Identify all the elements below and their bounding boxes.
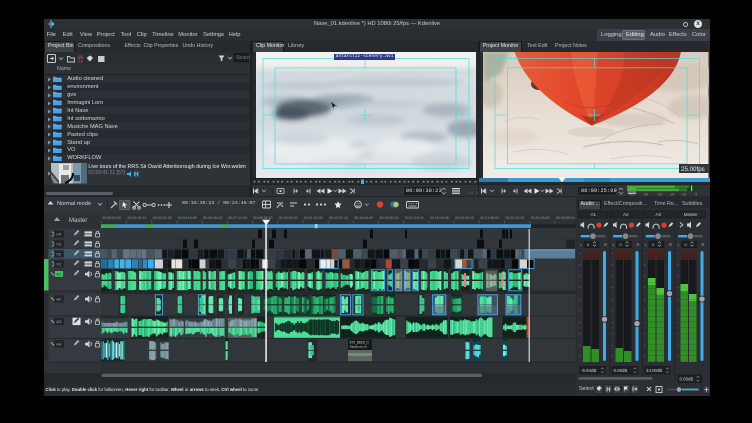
svg-text:00:12:57:14: 00:12:57:14 <box>329 216 348 220</box>
svg-text:R: R <box>701 242 704 247</box>
svg-text:A4: A4 <box>56 341 62 346</box>
svg-text:24.00dB: 24.00dB <box>646 368 662 373</box>
svg-text:L: L <box>612 242 615 247</box>
svg-text:0.00dB: 0.00dB <box>613 368 627 373</box>
svg-text:25.00fps: 25.00fps <box>681 166 705 173</box>
svg-text:L: L <box>677 242 680 247</box>
svg-text:00:02:52:20: 00:02:52:20 <box>153 216 172 220</box>
svg-text:00:15:50:10: 00:15:50:10 <box>379 216 398 220</box>
svg-text:00:08:38:10: 00:08:38:10 <box>253 216 272 220</box>
svg-text:00:24:28:20: 00:24:28:20 <box>531 216 550 220</box>
svg-text:372_8616_C: 372_8616_C <box>350 340 370 344</box>
svg-text:Stereo to m: Stereo to m <box>350 345 368 349</box>
svg-text:A1: A1 <box>590 212 596 217</box>
svg-text:00:21:36:00: 00:21:36:00 <box>480 216 499 220</box>
svg-text:A2: A2 <box>56 296 62 301</box>
svg-text:A2: A2 <box>622 212 628 217</box>
svg-text:0.00dB: 0.00dB <box>679 376 693 381</box>
svg-text:00:20:09:15: 00:20:09:15 <box>455 216 474 220</box>
svg-text:00:10:04:20: 00:10:04:20 <box>279 216 298 220</box>
svg-text:L: L <box>645 242 648 247</box>
svg-text:00:00:00:00: 00:00:00:00 <box>102 216 121 220</box>
svg-text:00:18:43:06: 00:18:43:06 <box>430 216 449 220</box>
svg-text:R: R <box>604 242 607 247</box>
svg-text:R: R <box>636 242 639 247</box>
svg-text:00:23:02:10: 00:23:02:10 <box>505 216 524 220</box>
svg-text:00:05:45:15: 00:05:45:15 <box>203 216 222 220</box>
svg-text:00:25:55:04: 00:25:55:04 <box>556 216 575 220</box>
svg-text:00:17:16:20: 00:17:16:20 <box>405 216 424 220</box>
svg-text:H: H <box>606 388 610 394</box>
svg-text:Master: Master <box>69 217 87 223</box>
svg-text:L: L <box>580 242 583 247</box>
svg-text:V1: V1 <box>56 261 62 266</box>
svg-text:00:04:19:05: 00:04:19:05 <box>178 216 197 220</box>
svg-text:A1: A1 <box>56 271 62 276</box>
svg-text:-5.94dB: -5.94dB <box>581 368 596 373</box>
svg-text:00:07:12:00: 00:07:12:00 <box>228 216 247 220</box>
svg-text:00:14:24:00: 00:14:24:00 <box>354 216 373 220</box>
svg-text:V3: V3 <box>56 241 62 246</box>
svg-text:V2: V2 <box>56 251 62 256</box>
svg-text:00:11:31:05: 00:11:31:05 <box>304 216 323 220</box>
svg-text:A3: A3 <box>655 212 661 217</box>
svg-text:R: R <box>669 242 672 247</box>
svg-text:V4: V4 <box>56 231 62 236</box>
svg-text:Master: Master <box>683 212 698 217</box>
svg-text:00:01:26:10: 00:01:26:10 <box>127 216 146 220</box>
svg-text:A3: A3 <box>56 319 62 324</box>
